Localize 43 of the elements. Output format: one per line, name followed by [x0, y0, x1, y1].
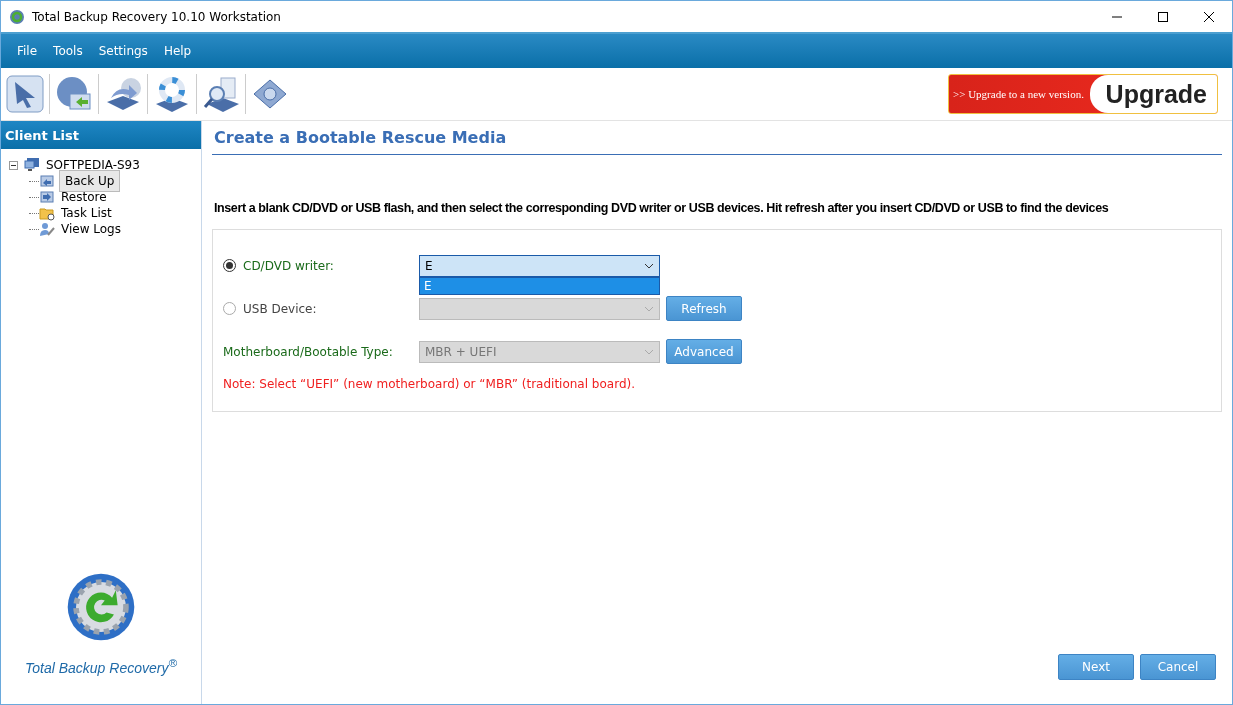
pointer-tool-icon[interactable] [5, 74, 45, 114]
dropdown[interactable]: E [419, 254, 660, 277]
upgrade-banner[interactable]: >> Upgrade to a new version. Upgrade [948, 74, 1218, 114]
tree-item[interactable]: SOFTPEDIA-S93 [44, 158, 142, 172]
footer-button[interactable]: Cancel [1140, 654, 1216, 680]
upgrade-text: >> Upgrade to a new version. [952, 88, 1084, 100]
option-label: USB Device: [243, 301, 317, 316]
logo-text: Total Backup Recovery$^{®}$ [24, 656, 177, 676]
menu-item[interactable]: Tools [47, 42, 89, 60]
collapse-toggle[interactable] [9, 160, 18, 170]
sidebar-header: Client List [1, 121, 201, 149]
maximize-icon[interactable] [1158, 11, 1168, 22]
tree-item[interactable]: Task List [59, 206, 114, 220]
chevron-down-icon [644, 262, 654, 269]
action-button[interactable]: Advanced [666, 339, 742, 364]
chevron-down-icon [644, 348, 654, 355]
action-button[interactable]: Refresh [666, 296, 742, 321]
computer-icon [24, 157, 40, 173]
menu-item[interactable]: Settings [92, 42, 154, 60]
menu-item[interactable]: File [11, 42, 44, 60]
page-heading: Create a Bootable Rescue Media [212, 125, 1222, 155]
backup-icon [39, 173, 55, 189]
tree-item[interactable]: Restore [59, 190, 109, 204]
restore-icon [39, 189, 55, 205]
dropdown-option[interactable]: E [420, 277, 659, 294]
instruction-text: Insert a blank CD/DVD or USB flash, and then select the corresponding DVD writer or USB devices. Hit refresh after you insert CD/DVD or USB to find the devices [213, 201, 1110, 215]
folder-icon [39, 205, 55, 221]
option-label: Motherboard/Bootable Type: [223, 344, 393, 359]
tree-item[interactable]: View Logs [59, 222, 123, 236]
tree-item[interactable]: Back Up [59, 170, 121, 192]
magnifier-icon[interactable] [201, 74, 241, 114]
radio-button[interactable] [223, 302, 236, 315]
app-icon [9, 8, 25, 25]
option-label: CD/DVD writer: [243, 258, 334, 273]
window-title: Total Backup Recovery 10.10 Workstation [32, 9, 281, 24]
upgrade-button[interactable]: Upgrade [1089, 75, 1217, 113]
radio-button[interactable] [223, 259, 236, 272]
menu-item[interactable]: Help [157, 42, 198, 60]
chevron-down-icon [644, 305, 654, 312]
note-text: Note: Select “UEFI” (new motherboard) or “MBR” (traditional board). [223, 377, 636, 391]
user-pencil-icon [39, 221, 55, 237]
close-icon[interactable] [1204, 11, 1214, 22]
footer-button[interactable]: Next [1058, 654, 1134, 680]
